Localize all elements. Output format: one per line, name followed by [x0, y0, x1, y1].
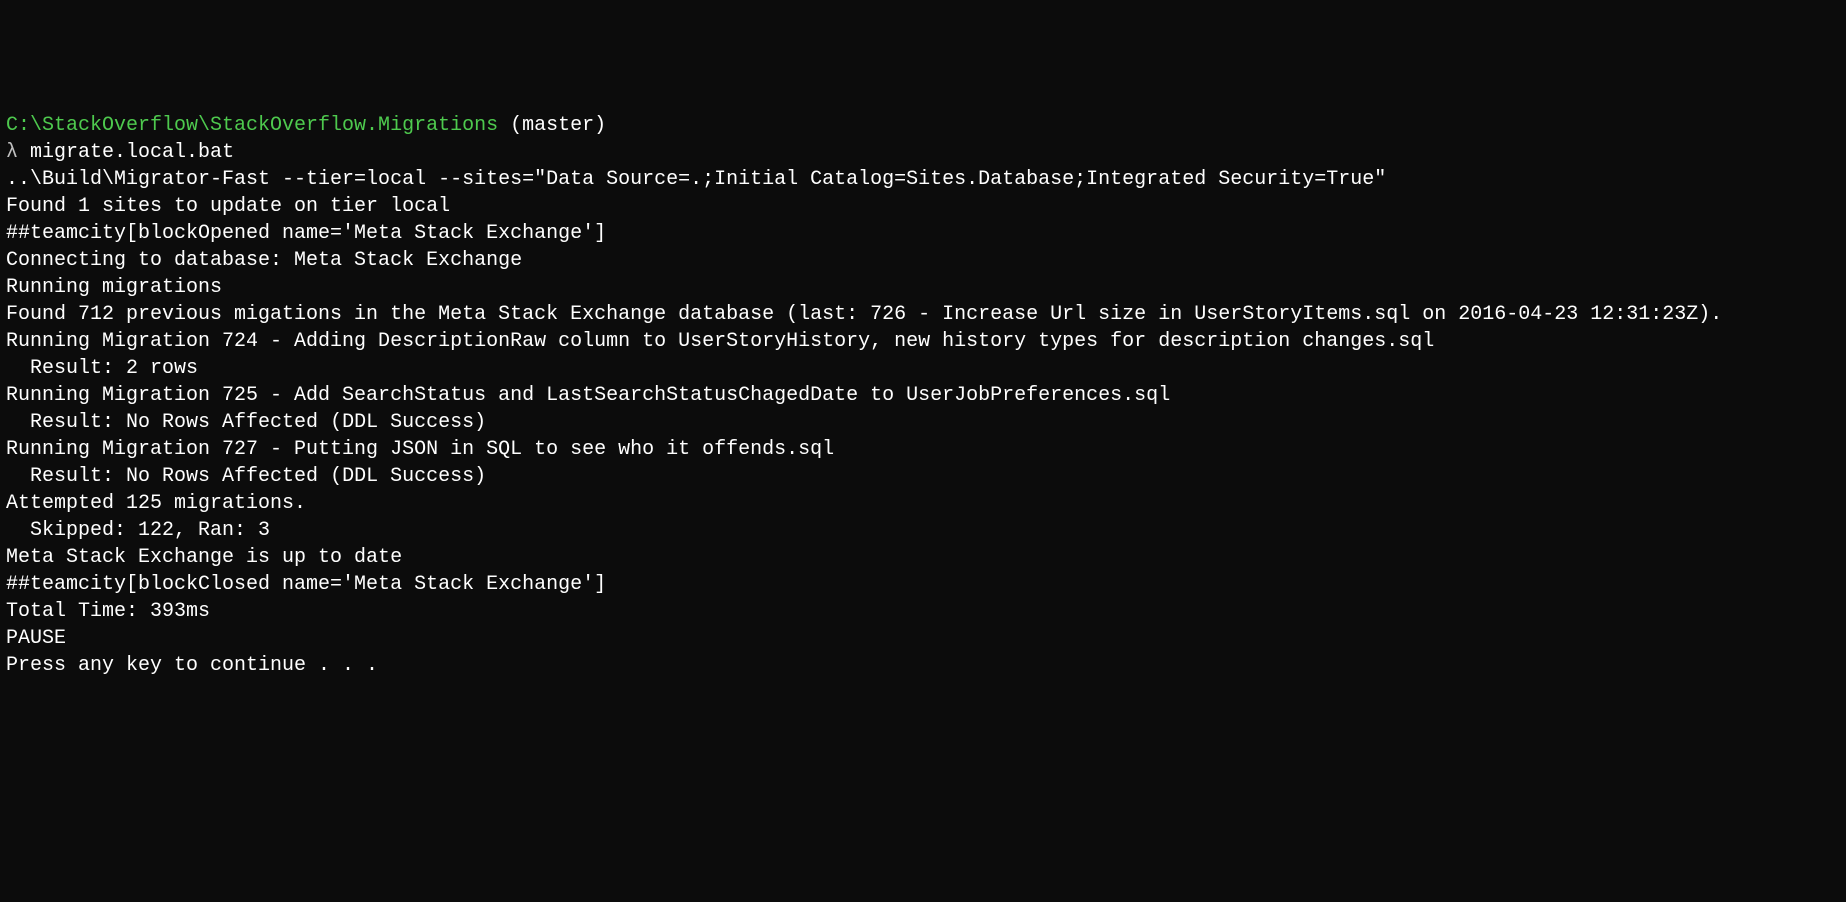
- output-line: Result: 2 rows: [6, 355, 1840, 382]
- output-line: ..\Build\Migrator-Fast --tier=local --si…: [6, 166, 1840, 193]
- output-line: Total Time: 393ms: [6, 598, 1840, 625]
- output-line: Found 1 sites to update on tier local: [6, 193, 1840, 220]
- output-line: Connecting to database: Meta Stack Excha…: [6, 247, 1840, 274]
- output-line: Running Migration 725 - Add SearchStatus…: [6, 382, 1840, 409]
- output-line: Running Migration 724 - Adding Descripti…: [6, 328, 1840, 355]
- command-text: migrate.local.bat: [30, 141, 234, 164]
- prompt-path: C:\StackOverflow\StackOverflow.Migration…: [6, 114, 498, 137]
- output-line: Running migrations: [6, 274, 1840, 301]
- prompt-branch: (master): [510, 114, 606, 137]
- output-line: ##teamcity[blockOpened name='Meta Stack …: [6, 220, 1840, 247]
- output-line: Meta Stack Exchange is up to date: [6, 544, 1840, 571]
- output-line: ##teamcity[blockClosed name='Meta Stack …: [6, 571, 1840, 598]
- prompt-symbol: λ: [6, 141, 18, 164]
- terminal-window[interactable]: C:\StackOverflow\StackOverflow.Migration…: [6, 112, 1840, 679]
- output-line: Result: No Rows Affected (DDL Success): [6, 463, 1840, 490]
- output-line: Result: No Rows Affected (DDL Success): [6, 409, 1840, 436]
- output-line: Press any key to continue . . .: [6, 652, 1840, 679]
- command-line: λ migrate.local.bat: [6, 139, 1840, 166]
- output-line: Attempted 125 migrations.: [6, 490, 1840, 517]
- output-line: Found 712 previous migations in the Meta…: [6, 301, 1840, 328]
- prompt-line: C:\StackOverflow\StackOverflow.Migration…: [6, 112, 1840, 139]
- output-line: Running Migration 727 - Putting JSON in …: [6, 436, 1840, 463]
- output-line: Skipped: 122, Ran: 3: [6, 517, 1840, 544]
- output-line: PAUSE: [6, 625, 1840, 652]
